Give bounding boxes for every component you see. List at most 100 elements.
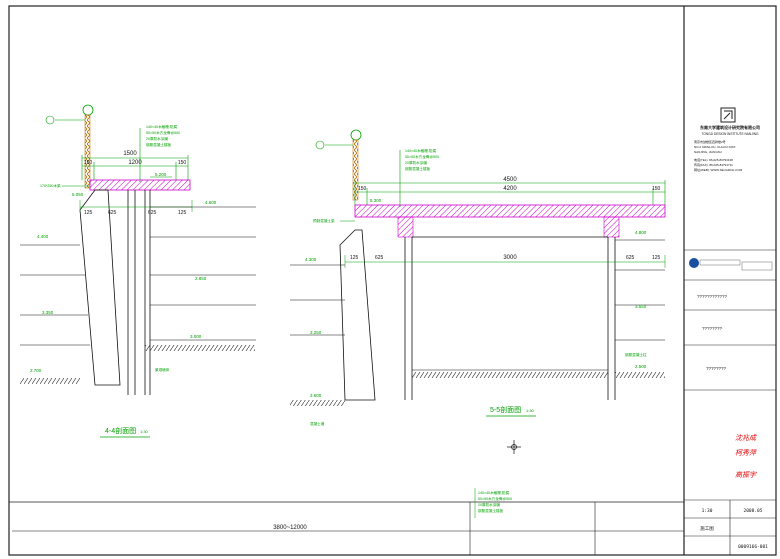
dim-right-b3: 625 bbox=[626, 255, 635, 261]
dimensions-base-left bbox=[79, 200, 193, 212]
company-web: 网址(WEB): WWW.SEUARCH.COM bbox=[694, 167, 743, 172]
dim-left-b3: 625 bbox=[148, 210, 157, 216]
dim-right-r: 150 bbox=[652, 186, 661, 192]
note-left-4: 钢筋混凝土楼板 bbox=[146, 142, 172, 147]
drawing-label-2: ???????? bbox=[706, 366, 727, 371]
ground-left-2 bbox=[145, 345, 255, 351]
company-address-3: NANJING, JIANGSU bbox=[694, 150, 722, 154]
el-right-3600: 3.600 bbox=[310, 393, 322, 398]
el-right-4300: 4.300 bbox=[305, 257, 317, 262]
project-label: ???????????? bbox=[697, 294, 728, 299]
ground-right-3 bbox=[615, 372, 665, 378]
roof-slab-left bbox=[89, 179, 191, 191]
drawing-sheet: 140×40木格栅,防腐 50×50木方龙骨@500 20厚防水涂膜 钢筋混凝土… bbox=[8, 5, 777, 556]
note-left-wall: 景观墙体 bbox=[155, 367, 170, 372]
wall-structure-left bbox=[79, 189, 151, 395]
wall-courses-left bbox=[20, 206, 256, 346]
dim-left-b1: 125 bbox=[84, 210, 93, 216]
el-left-2700: 2.700 bbox=[30, 368, 42, 373]
section-5-5: 140×40木格栅,防腐 50×50木方龙骨@500 20厚防水涂膜 钢筋混凝土… bbox=[290, 129, 666, 454]
notes-right: 140×40木格栅,防腐 50×50木方龙骨@500 20厚防水涂膜 钢筋混凝土… bbox=[405, 148, 439, 171]
dim-right-b1: 125 bbox=[350, 255, 359, 261]
note-right-col: 钢筋混凝土柱 bbox=[625, 352, 647, 357]
el-left-3350: 3.350 bbox=[42, 310, 54, 315]
company-name-cn: 东南大学建筑设计研究院有限公司 bbox=[700, 124, 760, 130]
dim-left-b4: 125 bbox=[178, 210, 187, 216]
company-address-2: NO.2 SIPAILOU, GULOU DIST. bbox=[694, 145, 736, 149]
el-right-4800: 4.800 bbox=[635, 230, 647, 235]
dim-right-mid: 4200 bbox=[503, 186, 517, 192]
dim-left-l: 150 bbox=[84, 160, 93, 166]
el-left-2850: 2.850 bbox=[195, 276, 207, 281]
dim-left-mid: 1200 bbox=[128, 160, 142, 166]
company-logo bbox=[720, 107, 736, 123]
bottom-note-3: 20厚防水涂膜 bbox=[478, 502, 500, 507]
note-left-1: 140×40木格栅,防腐 bbox=[146, 124, 177, 129]
section-4-4: 140×40木格栅,防腐 50×50木方龙骨@500 20厚防水涂膜 钢筋混凝土… bbox=[20, 104, 256, 438]
tb-scale: 1:30 bbox=[702, 508, 713, 514]
bottom-note-1: 140×40木格栅,防腐 bbox=[478, 490, 509, 495]
el-right-3250: 3.250 bbox=[310, 330, 322, 335]
el-left-3000: 3.000 bbox=[190, 334, 202, 339]
crosshair-cursor bbox=[507, 440, 521, 454]
section-left-title: 4-4剖面图 bbox=[105, 426, 136, 435]
el-left-slab: 5.200 bbox=[155, 172, 167, 177]
company-fax: 传真(FAX): 86-025-83791711 bbox=[694, 162, 733, 167]
el-right-2500: 2.500 bbox=[635, 364, 647, 369]
bottom-dimension: 3800~12000 bbox=[12, 525, 684, 532]
dim-right-top: 4500 bbox=[503, 177, 517, 183]
note-right-3: 20厚防水涂膜 bbox=[405, 160, 427, 165]
bottom-notes: 140×40木格栅,防腐 50×50木方龙骨@500 20厚防水涂膜 钢筋混凝土… bbox=[474, 488, 512, 518]
note-left-2: 50×50木方龙骨@500 bbox=[146, 130, 180, 135]
drawing-frame bbox=[8, 5, 777, 556]
tb-date: 2008.05 bbox=[744, 508, 763, 514]
section-right-scale: 1:30 bbox=[526, 408, 535, 413]
company-name-en: TONGJI DESIGN INSTITUTE NANJING bbox=[702, 132, 759, 136]
tb-drawing-no: 0009166-001 bbox=[738, 544, 768, 550]
el-left-4600: 4.600 bbox=[205, 200, 217, 205]
note-right-1: 140×40木格栅,防腐 bbox=[405, 148, 436, 153]
el-right-slab: 5.300 bbox=[370, 198, 382, 203]
note-left-3: 20厚防水涂膜 bbox=[146, 136, 168, 141]
signature-2: 柯秀萍 bbox=[735, 449, 757, 457]
signature-3: 高振宇 bbox=[735, 471, 757, 479]
corbel-right bbox=[603, 216, 620, 238]
section-right-title: 5-5剖面图 bbox=[490, 405, 521, 414]
el-right-3550: 3.550 bbox=[635, 304, 647, 309]
tree-symbol-left bbox=[45, 104, 94, 189]
stamp-strip bbox=[689, 258, 773, 271]
ground-right-2 bbox=[290, 400, 345, 406]
note-right-4: 钢筋混凝土楼板 bbox=[405, 166, 431, 171]
dim-right-span: 3000 bbox=[503, 255, 517, 261]
dim-right-l: 150 bbox=[358, 186, 367, 192]
ground-right-1 bbox=[412, 372, 608, 378]
corbel-left bbox=[397, 216, 414, 238]
section-left-scale: 1:30 bbox=[140, 429, 149, 434]
el-left-4400: 4.400 bbox=[37, 234, 49, 239]
title-block: 东南大学建筑设计研究院有限公司 TONGJI DESIGN INSTITUTE … bbox=[684, 107, 776, 555]
tree-symbol-right bbox=[315, 129, 362, 201]
dimensions-top-left bbox=[81, 155, 189, 180]
el-left-5050: 5.050 bbox=[72, 192, 84, 197]
notes-left: 140×40木格栅,防腐 50×50木方龙骨@500 20厚防水涂膜 钢筋混凝土… bbox=[146, 124, 180, 147]
dim-left-r: 150 bbox=[178, 160, 187, 166]
ground-left-1 bbox=[20, 378, 80, 384]
note-right-beam: 预制混凝土梁 bbox=[313, 218, 335, 223]
tb-stage: 施工图 bbox=[700, 525, 714, 532]
dimensions-top-right bbox=[354, 180, 666, 205]
dim-right-b4: 125 bbox=[652, 255, 661, 261]
dim-left-top: 1500 bbox=[123, 151, 137, 157]
note-right-2: 50×50木方龙骨@500 bbox=[405, 154, 439, 159]
wall-courses-right bbox=[290, 239, 665, 371]
note-left-beam: 170*250木梁 bbox=[40, 183, 61, 188]
bottom-note-2: 50×50木方龙骨@500 bbox=[478, 496, 512, 501]
company-tel: 电话(TEL): 86-025-83793138 bbox=[694, 157, 733, 162]
dim-right-b2: 625 bbox=[375, 255, 384, 261]
roof-slab-right bbox=[354, 204, 666, 218]
note-right-wall: 混凝土墙 bbox=[310, 421, 325, 426]
dim-left-b2: 625 bbox=[108, 210, 117, 216]
signature-1: 沈兆成 bbox=[735, 434, 757, 442]
company-address-1: 南京市鼓楼区四牌楼2号 bbox=[694, 139, 726, 144]
bottom-dim-label: 3800~12000 bbox=[273, 525, 307, 531]
bottom-note-4: 钢筋混凝土楼板 bbox=[478, 508, 504, 513]
